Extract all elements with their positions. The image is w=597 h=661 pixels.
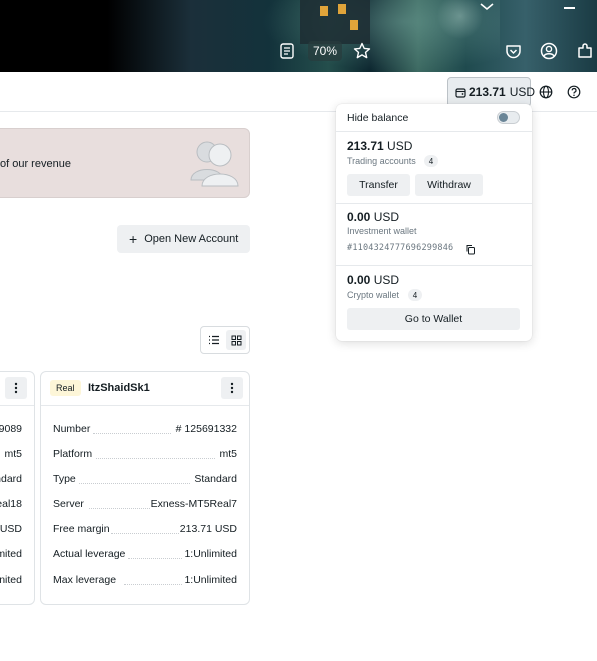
- account-row-label: Number: [53, 423, 91, 435]
- trading-accounts-label: Trading accounts: [347, 156, 416, 166]
- investment-amount-line: 0.00 USD: [347, 210, 399, 224]
- partial-card-value: 9089: [0, 423, 22, 435]
- wallet-icon: [455, 87, 466, 98]
- extensions-icon[interactable]: [574, 40, 596, 62]
- background-window-light: [320, 6, 328, 16]
- popover-divider: [336, 203, 532, 204]
- dotted-leader: [89, 508, 150, 509]
- help-icon[interactable]: [565, 83, 583, 101]
- people-illustration-icon: [188, 136, 242, 188]
- banner-text: of our revenue: [0, 158, 71, 170]
- popover-divider: [336, 265, 532, 266]
- investment-currency: USD: [373, 210, 400, 224]
- dotted-leader: [128, 558, 182, 559]
- account-row-value: 1:Unlimited: [184, 574, 237, 586]
- background-house-image: [300, 0, 370, 44]
- minimize-button[interactable]: [564, 7, 575, 9]
- account-card[interactable]: [40, 371, 250, 605]
- globe-icon[interactable]: [537, 83, 555, 101]
- open-new-account-button[interactable]: + Open New Account: [117, 225, 250, 253]
- background-window-light: [338, 4, 346, 14]
- bookmark-star-icon[interactable]: [351, 40, 373, 62]
- partial-card-value: nited: [0, 574, 22, 586]
- balance-currency: USD: [509, 85, 536, 99]
- balance-amount: 213.71: [469, 85, 506, 99]
- crypto-currency: USD: [373, 273, 400, 287]
- pocket-icon[interactable]: [502, 40, 524, 62]
- go-to-wallet-button[interactable]: Go to Wallet: [347, 308, 520, 330]
- partial-card-value: mited: [0, 548, 22, 560]
- balance-button[interactable]: 213.71 USD: [447, 77, 535, 107]
- crypto-amount: 0.00: [347, 273, 371, 287]
- trading-amount-line: 213.71 USD: [347, 139, 412, 153]
- more-options-icon[interactable]: [5, 377, 27, 399]
- account-card-partial[interactable]: [0, 371, 35, 605]
- account-row-label: Free margin: [53, 523, 110, 535]
- account-row-value: # 125691332: [175, 423, 237, 435]
- account-row-value: 213.71 USD: [179, 523, 237, 535]
- account-name: ItzShaidSk1: [88, 382, 150, 394]
- plus-icon: +: [129, 231, 138, 247]
- list-view-icon[interactable]: [204, 330, 224, 350]
- partial-card-value: USD: [0, 523, 22, 535]
- toggle-knob: [499, 113, 508, 122]
- chevron-down-icon[interactable]: [478, 0, 496, 14]
- transfer-button[interactable]: Transfer: [347, 174, 410, 196]
- account-row-label: Max leverage: [53, 574, 117, 586]
- zoom-level-button[interactable]: 70%: [308, 41, 342, 61]
- crypto-wallet-count: 4: [408, 289, 422, 301]
- account-row-value: 1:Unlimited: [184, 548, 237, 560]
- background-window-light: [350, 20, 358, 30]
- withdraw-button[interactable]: Withdraw: [415, 174, 483, 196]
- dotted-leader: [111, 533, 179, 534]
- open-new-account-label: Open New Account: [144, 233, 239, 245]
- trading-currency: USD: [387, 139, 413, 153]
- card-divider: [41, 405, 249, 406]
- account-row-label: Type: [53, 473, 76, 485]
- partial-card-value: andard: [0, 473, 22, 485]
- partial-card-value: eal18: [0, 498, 22, 510]
- investment-wallet-id: #1104324777696299846: [347, 243, 454, 253]
- investment-wallet-label: Investment wallet: [347, 226, 417, 236]
- card-divider: [0, 405, 34, 406]
- dotted-leader: [96, 458, 215, 459]
- popover-divider: [336, 131, 532, 132]
- browser-toolbar: 70%: [0, 0, 597, 72]
- dotted-leader: [93, 433, 171, 434]
- account-icon[interactable]: [538, 40, 560, 62]
- account-row-label: Actual leverage: [53, 548, 126, 560]
- grid-view-icon[interactable]: [226, 330, 246, 350]
- copy-icon[interactable]: [465, 242, 477, 255]
- account-row-label: Platform: [53, 448, 93, 460]
- hide-balance-toggle[interactable]: [497, 111, 520, 124]
- account-row-value: mt5: [219, 448, 237, 460]
- dotted-leader: [79, 483, 190, 484]
- trading-amount: 213.71: [347, 139, 384, 153]
- hide-balance-label: Hide balance: [347, 112, 409, 124]
- account-row-label: Server: [53, 498, 84, 510]
- investment-amount: 0.00: [347, 210, 371, 224]
- account-row-value: Standard: [194, 473, 237, 485]
- more-options-icon[interactable]: [221, 377, 243, 399]
- account-type-badge: Real: [50, 380, 81, 396]
- partial-card-value: mt5: [4, 448, 22, 460]
- reader-view-icon[interactable]: [276, 40, 298, 62]
- crypto-amount-line: 0.00 USD: [347, 273, 399, 287]
- trading-accounts-count: 4: [424, 155, 438, 167]
- crypto-wallet-label: Crypto wallet: [347, 290, 400, 300]
- dotted-leader: [124, 584, 182, 585]
- view-toggle: [200, 326, 250, 354]
- account-row-value: Exness-MT5Real7: [150, 498, 237, 510]
